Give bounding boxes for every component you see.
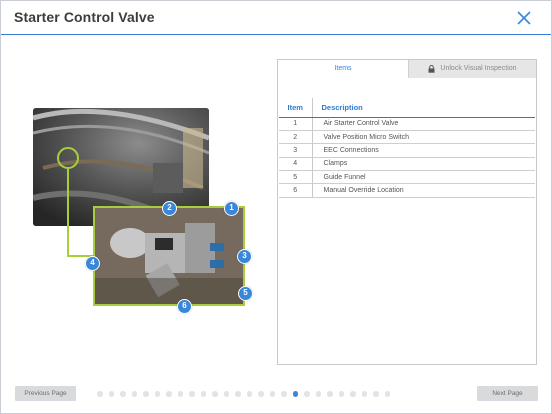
valve-closeup-photo bbox=[93, 206, 245, 306]
item-number: 4 bbox=[279, 157, 313, 172]
items-panel: Items Unlock Visual Inspection Item Desc… bbox=[277, 59, 537, 365]
item-number: 5 bbox=[279, 170, 313, 185]
page-dot[interactable] bbox=[281, 391, 287, 397]
tab-unlock-label: Unlock Visual Inspection bbox=[440, 65, 517, 72]
page-dot[interactable] bbox=[131, 391, 137, 397]
column-header-item: Item bbox=[279, 98, 313, 118]
page-dot[interactable] bbox=[373, 391, 379, 397]
page-dot[interactable] bbox=[212, 391, 218, 397]
tab-items[interactable]: Items bbox=[278, 60, 408, 78]
page-dot[interactable] bbox=[177, 391, 183, 397]
page-dot[interactable] bbox=[258, 391, 264, 397]
item-number: 1 bbox=[279, 117, 313, 131]
page-dot[interactable] bbox=[120, 391, 126, 397]
page-dot[interactable] bbox=[200, 391, 206, 397]
previous-page-button[interactable]: Previous Page bbox=[15, 386, 76, 401]
close-icon[interactable] bbox=[516, 10, 532, 26]
item-number: 2 bbox=[279, 130, 313, 145]
item-number: 3 bbox=[279, 143, 313, 158]
panel-tabs: Items Unlock Visual Inspection bbox=[278, 60, 536, 78]
page-dot[interactable] bbox=[269, 391, 275, 397]
column-header-description: Description bbox=[312, 98, 535, 118]
modal-header: Starter Control Valve bbox=[1, 1, 551, 35]
page-dot[interactable] bbox=[246, 391, 252, 397]
page-dot[interactable] bbox=[384, 391, 390, 397]
page-dot[interactable] bbox=[223, 391, 229, 397]
tab-unlock-visual-inspection[interactable]: Unlock Visual Inspection bbox=[408, 60, 536, 78]
item-number: 6 bbox=[279, 183, 313, 198]
item-description: Clamps bbox=[312, 157, 535, 172]
table-header-row: Item Description bbox=[279, 98, 535, 118]
callout-5[interactable]: 5 bbox=[238, 286, 253, 301]
modal-window: Starter Control Valve 1 2 3 4 5 6 Items … bbox=[0, 0, 552, 414]
table-row: 1 Air Starter Control Valve bbox=[279, 117, 535, 131]
page-title: Starter Control Valve bbox=[14, 9, 155, 25]
page-dot[interactable] bbox=[189, 391, 195, 397]
items-table: Item Description 1 Air Starter Control Va… bbox=[279, 98, 535, 198]
page-dot[interactable] bbox=[350, 391, 356, 397]
valve-illustration: 1 2 3 4 5 6 bbox=[33, 106, 255, 314]
page-dot[interactable] bbox=[304, 391, 310, 397]
callout-2[interactable]: 2 bbox=[162, 201, 177, 216]
table-row: 3 EEC Connections bbox=[279, 143, 535, 158]
callout-1[interactable]: 1 bbox=[224, 201, 239, 216]
page-dot[interactable] bbox=[292, 391, 298, 397]
table-row: 6 Manual Override Location bbox=[279, 183, 535, 198]
page-dot[interactable] bbox=[97, 391, 103, 397]
lock-icon bbox=[428, 65, 435, 73]
table-row: 4 Clamps bbox=[279, 157, 535, 172]
page-dot[interactable] bbox=[361, 391, 367, 397]
page-dot[interactable] bbox=[338, 391, 344, 397]
callout-3[interactable]: 3 bbox=[237, 249, 252, 264]
page-dot[interactable] bbox=[235, 391, 241, 397]
callout-4[interactable]: 4 bbox=[85, 256, 100, 271]
page-indicator bbox=[97, 391, 390, 397]
item-description: Guide Funnel bbox=[312, 170, 535, 185]
table-row: 2 Valve Position Micro Switch bbox=[279, 130, 535, 145]
item-description: EEC Connections bbox=[312, 143, 535, 158]
page-dot[interactable] bbox=[166, 391, 172, 397]
item-description: Valve Position Micro Switch bbox=[312, 130, 535, 145]
page-dot[interactable] bbox=[108, 391, 114, 397]
table-row: 5 Guide Funnel bbox=[279, 170, 535, 185]
item-description: Air Starter Control Valve bbox=[312, 117, 535, 131]
page-dot[interactable] bbox=[154, 391, 160, 397]
next-page-button[interactable]: Next Page bbox=[477, 386, 538, 401]
callout-6[interactable]: 6 bbox=[177, 299, 192, 314]
page-dot[interactable] bbox=[327, 391, 333, 397]
item-description: Manual Override Location bbox=[312, 183, 535, 198]
page-dot[interactable] bbox=[143, 391, 149, 397]
page-dot[interactable] bbox=[315, 391, 321, 397]
